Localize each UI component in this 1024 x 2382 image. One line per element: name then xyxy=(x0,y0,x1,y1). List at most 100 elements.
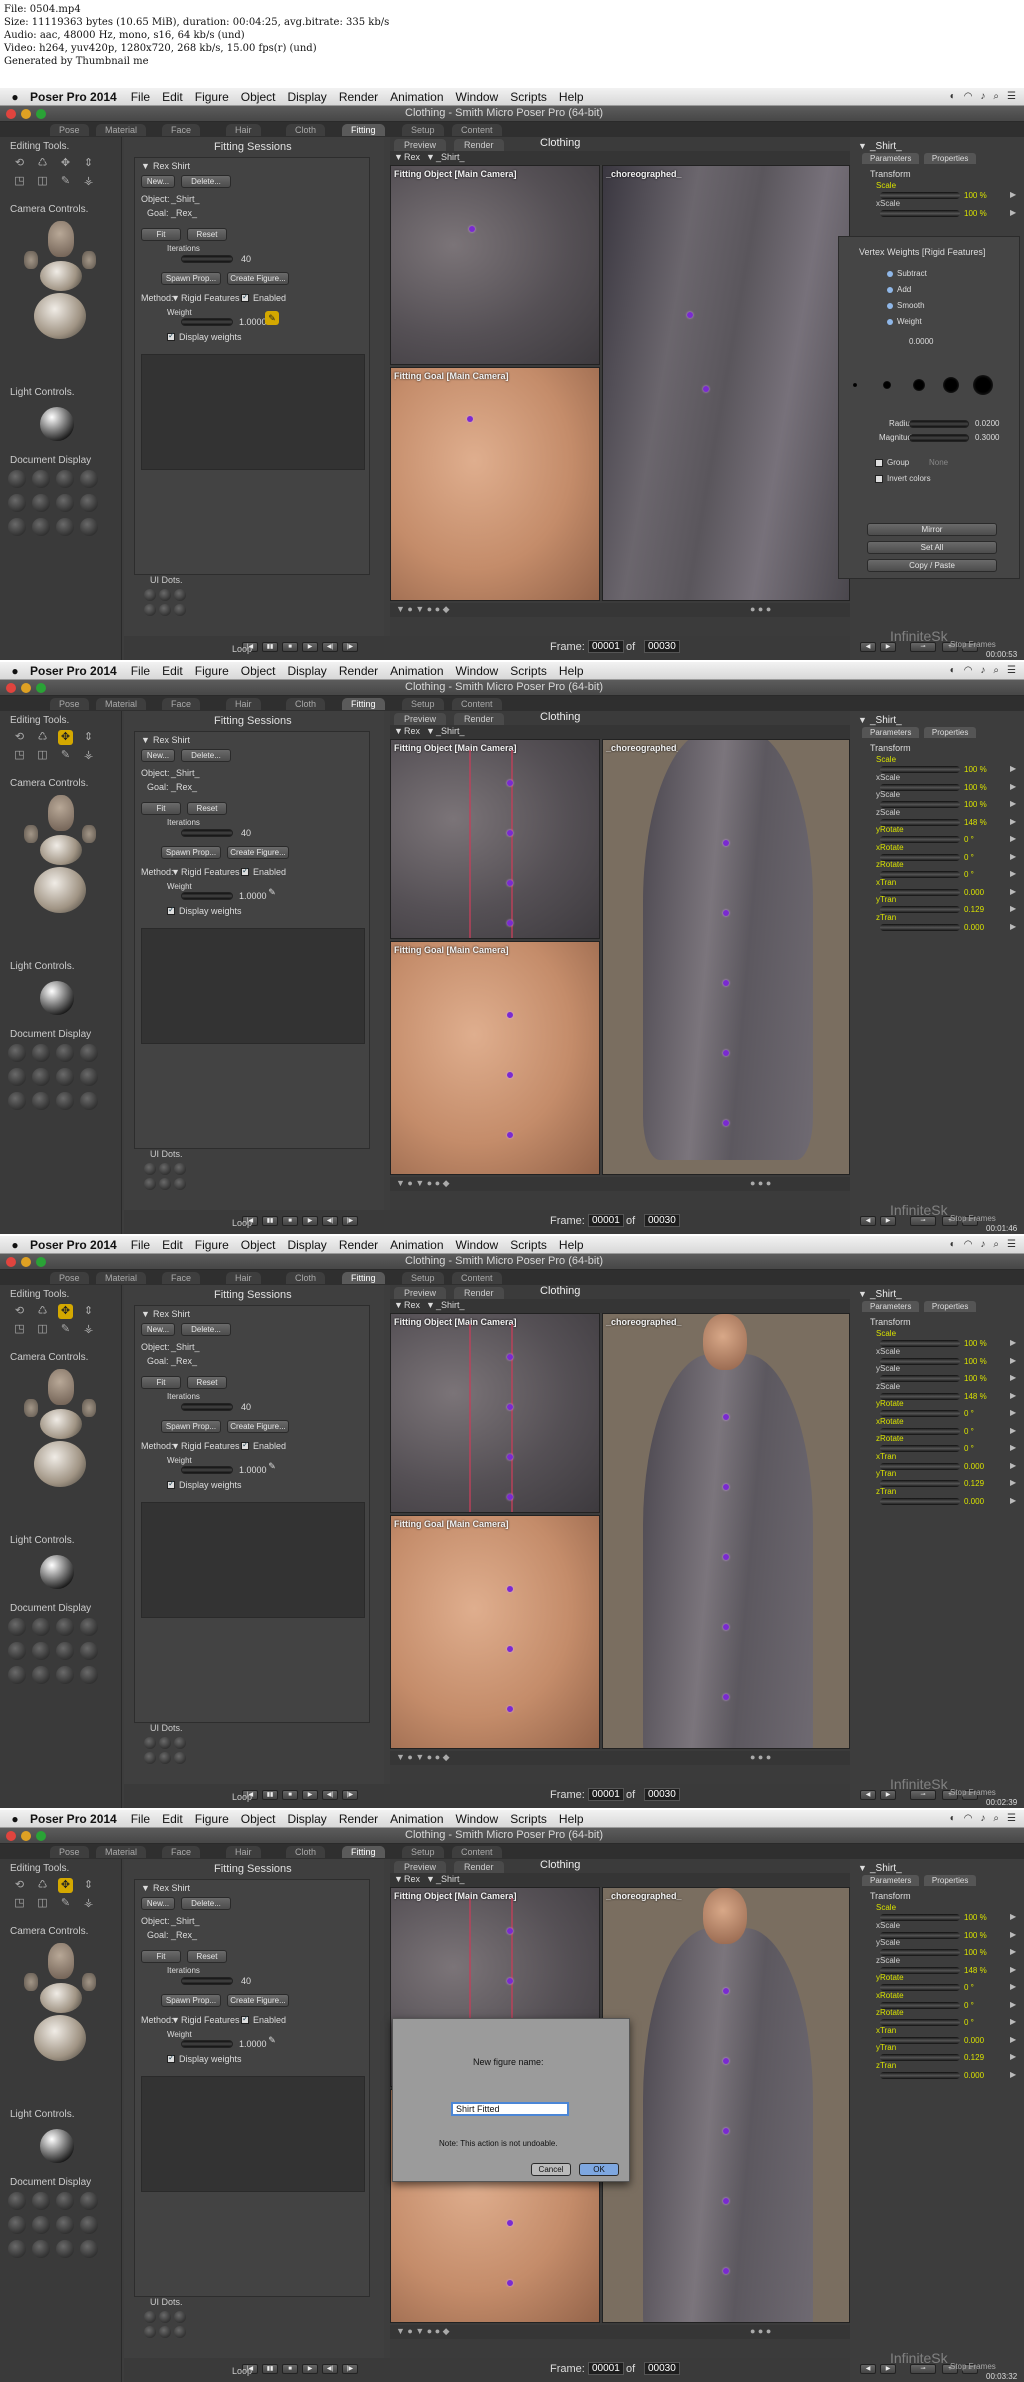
collapse-icon[interactable]: ▼ xyxy=(141,161,150,171)
tab-content[interactable]: Content xyxy=(452,698,502,710)
figure-select[interactable]: Rex xyxy=(404,152,420,162)
display-style-icon[interactable] xyxy=(80,2216,98,2234)
create-figure-button[interactable]: Create Figure... xyxy=(227,1420,289,1433)
display-style-icon[interactable] xyxy=(32,2192,50,2210)
magnitude-value[interactable]: 0.3000 xyxy=(975,433,999,442)
figure-select-icon[interactable]: ▼ xyxy=(394,726,403,736)
ui-dot-icon[interactable] xyxy=(144,1163,156,1175)
menu-window[interactable]: Window xyxy=(456,90,499,104)
tab-setup[interactable]: Setup xyxy=(402,698,444,710)
method-value[interactable]: Rigid Features xyxy=(181,1441,240,1451)
minimize-icon[interactable] xyxy=(21,109,31,119)
current-figure[interactable]: _Shirt_ xyxy=(870,1289,902,1300)
tab-material[interactable]: Material xyxy=(96,698,147,710)
apple-menu-icon[interactable]: ● xyxy=(0,1812,30,1826)
figure-select-icon[interactable]: ▼ xyxy=(394,152,403,162)
translate-icon[interactable]: ✥ xyxy=(58,1304,73,1319)
right-hand-camera-icon[interactable] xyxy=(82,825,96,843)
prev-frame-icon[interactable]: ◀| xyxy=(322,1216,338,1226)
grouping-icon[interactable]: ⚶ xyxy=(81,1322,96,1337)
cancel-button[interactable]: Cancel xyxy=(531,2163,571,2176)
object-value[interactable]: _Shirt_ xyxy=(171,1916,200,1926)
display-style-icon[interactable] xyxy=(8,2216,26,2234)
display-style-icon[interactable] xyxy=(32,2216,50,2234)
mirror-button[interactable]: Mirror xyxy=(867,523,997,536)
menu-scripts[interactable]: Scripts xyxy=(510,90,547,104)
brush-size-icon[interactable] xyxy=(853,383,857,387)
twist-icon[interactable]: ♺ xyxy=(35,730,50,745)
minimize-icon[interactable] xyxy=(21,683,31,693)
tab-face[interactable]: Face xyxy=(162,1846,201,1858)
tab-pose[interactable]: Pose xyxy=(50,698,89,710)
new-session-button[interactable]: New... xyxy=(141,1323,175,1336)
trackball-icon[interactable] xyxy=(34,2015,86,2061)
camera-move-icon[interactable] xyxy=(40,1983,82,2013)
play-icon[interactable]: ▶ xyxy=(302,1216,318,1226)
group-checkbox[interactable] xyxy=(875,459,883,467)
paint-brush-icon[interactable]: ✎ xyxy=(265,311,279,325)
tab-fitting[interactable]: Fitting xyxy=(342,1272,385,1284)
tab-preview[interactable]: Preview xyxy=(394,1287,447,1299)
tab-cloth[interactable]: Cloth xyxy=(286,1846,326,1858)
current-figure[interactable]: _Shirt_ xyxy=(870,141,902,152)
translate-icon[interactable]: ✥ xyxy=(58,730,73,745)
figure-select-icon[interactable]: ▼ xyxy=(394,1300,403,1310)
loop-label[interactable]: Loop xyxy=(232,2366,252,2376)
grouping-icon[interactable]: ⚶ xyxy=(81,748,96,763)
delete-session-button[interactable]: Delete... xyxy=(181,175,231,188)
rotate-icon[interactable]: ⟲ xyxy=(12,156,27,171)
close-icon[interactable] xyxy=(6,109,16,119)
object-value[interactable]: _Shirt_ xyxy=(171,1342,200,1352)
translate-icon[interactable]: ✥ xyxy=(58,156,73,171)
display-style-icon[interactable] xyxy=(32,1642,50,1660)
weight-slider[interactable] xyxy=(181,1466,233,1474)
display-style-icon[interactable] xyxy=(80,494,98,512)
next-frame-icon[interactable]: |▶ xyxy=(342,1790,358,1800)
total-frames-field[interactable]: 00030 xyxy=(644,2362,680,2375)
collapse-icon[interactable]: ▼ xyxy=(141,1883,150,1893)
tab-hair[interactable]: Hair xyxy=(226,124,261,136)
display-style-icon[interactable] xyxy=(8,2240,26,2258)
pause-icon[interactable]: ■ xyxy=(282,1790,298,1800)
current-figure[interactable]: _Shirt_ xyxy=(870,715,902,726)
figure-select[interactable]: Rex xyxy=(404,1874,420,1884)
parameter-value[interactable]: 0.000 xyxy=(964,1497,984,1506)
main-camera-viewport[interactable]: _choreographed_ xyxy=(602,739,850,1175)
menu-object[interactable]: Object xyxy=(241,664,276,678)
weight-value[interactable]: 1.0000 xyxy=(239,1465,267,1475)
weight-value[interactable]: 1.0000 xyxy=(239,891,267,901)
parameter-row[interactable]: xScale 100 % ▶ xyxy=(862,199,1022,225)
tab-material[interactable]: Material xyxy=(96,1272,147,1284)
ok-button[interactable]: OK xyxy=(579,2163,619,2176)
display-style-icon[interactable] xyxy=(56,2216,74,2234)
tray-icon[interactable]: ◐ xyxy=(950,665,956,676)
wifi-icon[interactable]: ◠ xyxy=(964,91,973,102)
menu-window[interactable]: Window xyxy=(456,1238,499,1252)
apple-menu-icon[interactable]: ● xyxy=(0,90,30,104)
layout-dots-icon[interactable]: ● ● ● xyxy=(750,2326,771,2336)
app-name-menu[interactable]: Poser Pro 2014 xyxy=(30,90,117,104)
mode-radio[interactable] xyxy=(887,303,893,309)
weight-slider[interactable] xyxy=(181,2040,233,2048)
loop-label[interactable]: Loop xyxy=(232,1792,252,1802)
volume-icon[interactable]: ♪ xyxy=(980,1813,985,1824)
zoom-icon[interactable] xyxy=(36,683,46,693)
translate-icon[interactable]: ✥ xyxy=(58,1878,73,1893)
layout-menu-icon[interactable]: ▼ ● ▼ ● ● ◆ xyxy=(396,1178,450,1189)
create-figure-button[interactable]: Create Figure... xyxy=(227,272,289,285)
tray-icon[interactable]: ◐ xyxy=(950,1239,956,1250)
display-style-icon[interactable] xyxy=(80,2240,98,2258)
grouping-icon[interactable]: ⚶ xyxy=(81,1896,96,1911)
spawn-prop-button[interactable]: Spawn Prop... xyxy=(161,846,221,859)
tray-icon[interactable]: ◐ xyxy=(950,1813,956,1824)
parameter-row[interactable]: zTran 0.000 ▶ xyxy=(862,2061,1022,2087)
tab-parameters[interactable]: Parameters xyxy=(862,1875,920,1886)
display-weights-checkbox[interactable] xyxy=(167,1479,175,1489)
tab-fitting[interactable]: Fitting xyxy=(342,1846,385,1858)
display-style-icon[interactable] xyxy=(8,518,26,536)
object-value[interactable]: _Shirt_ xyxy=(171,768,200,778)
display-style-icon[interactable] xyxy=(32,1092,50,1110)
camera-head-icon[interactable] xyxy=(48,795,74,831)
total-frames-field[interactable]: 00030 xyxy=(644,640,680,653)
ui-dot-icon[interactable] xyxy=(144,1752,156,1764)
